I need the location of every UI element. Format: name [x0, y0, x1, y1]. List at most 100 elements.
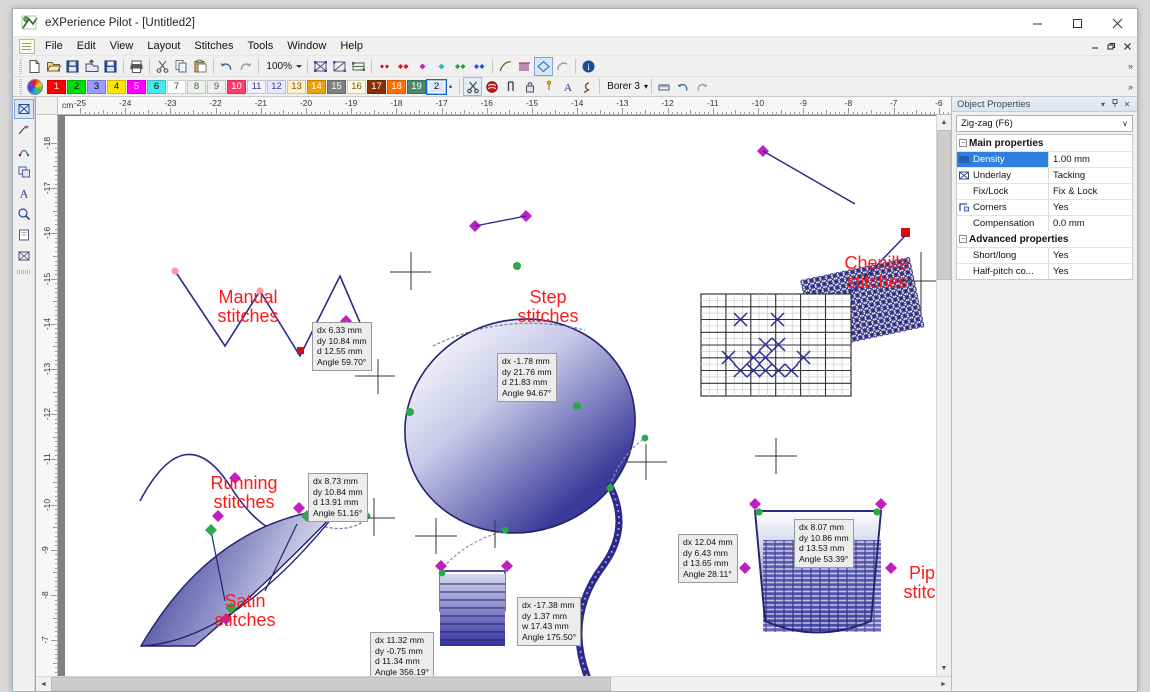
clone-icon[interactable]: [14, 162, 34, 182]
import-icon[interactable]: [82, 57, 101, 76]
scroll-right-button[interactable]: ►: [936, 677, 951, 691]
menu-edit[interactable]: Edit: [70, 38, 103, 54]
property-row[interactable]: Fix/Lock Fix & Lock: [957, 183, 1132, 199]
scroll-up-button[interactable]: ▲: [937, 115, 951, 130]
color-swatch-12[interactable]: 12: [267, 79, 286, 94]
property-value[interactable]: Yes: [1048, 264, 1132, 279]
palette-dropdown-button[interactable]: •: [449, 82, 452, 92]
canvas-horizontal-scrollbar[interactable]: ◄ ►: [36, 676, 951, 691]
menu-view[interactable]: View: [103, 38, 141, 54]
text-tool-icon[interactable]: A: [14, 183, 34, 203]
node-red-pair-icon[interactable]: [375, 57, 394, 76]
toolbar-overflow-button[interactable]: »: [1127, 61, 1134, 71]
mdi-restore-button[interactable]: [1105, 40, 1118, 53]
mdi-minimize-button[interactable]: [1089, 40, 1102, 53]
property-row[interactable]: Compensation 0.0 mm: [957, 215, 1132, 231]
frame-icon[interactable]: [14, 246, 34, 266]
chevron-down-icon[interactable]: ▾: [1097, 100, 1109, 109]
undo-icon[interactable]: [217, 57, 236, 76]
vertical-scroll-thumb[interactable]: [937, 130, 951, 280]
paste-icon[interactable]: [191, 57, 210, 76]
close-button[interactable]: [1097, 9, 1137, 37]
scissors-icon[interactable]: [463, 77, 483, 96]
new-icon[interactable]: [25, 57, 44, 76]
redo-small-icon[interactable]: [693, 77, 712, 96]
property-row[interactable]: Short/long Yes: [957, 247, 1132, 263]
horizontal-ruler[interactable]: cm -25 -24 -23 -22 -21 -20 -19 -18 -17 -16 -15 -14 -…: [58, 97, 951, 115]
palette-grip[interactable]: [18, 79, 22, 94]
property-row[interactable]: Corners Yes: [957, 199, 1132, 215]
color-swatch-14[interactable]: 14: [307, 79, 326, 94]
arc-icon[interactable]: [553, 57, 572, 76]
zoom-tool-icon[interactable]: [14, 204, 34, 224]
redo-icon[interactable]: [236, 57, 255, 76]
color-swatch-11[interactable]: 11: [247, 79, 266, 94]
node-blue-pair-icon[interactable]: [470, 57, 489, 76]
object-type-combo[interactable]: Zig-zag (F6) ∨: [956, 115, 1133, 132]
mdi-close-button[interactable]: [1121, 40, 1134, 53]
group-expander-icon[interactable]: −: [957, 231, 969, 247]
resize-icon[interactable]: [349, 57, 368, 76]
toolbar-grip[interactable]: [18, 58, 22, 74]
color-swatch-16[interactable]: 16: [347, 79, 366, 94]
node-magenta-icon[interactable]: [413, 57, 432, 76]
stitch-edit-icon[interactable]: [14, 141, 34, 161]
left-toolbar-grip[interactable]: [17, 270, 30, 274]
canvas-viewport[interactable]: Manual stitches Running stitches Satin sti…: [58, 115, 936, 676]
open-icon[interactable]: [44, 57, 63, 76]
canvas-vertical-scrollbar[interactable]: ▲ ▼: [936, 115, 951, 676]
property-group-header[interactable]: − Main properties: [957, 135, 1132, 151]
property-value[interactable]: Tacking: [1048, 168, 1132, 183]
pin-icon[interactable]: [1109, 99, 1121, 109]
property-value[interactable]: Fix & Lock: [1048, 184, 1132, 199]
lock-icon[interactable]: [520, 77, 539, 96]
fill-shape-icon[interactable]: [534, 56, 553, 76]
scroll-down-button[interactable]: ▼: [937, 661, 951, 676]
color-swatch-10[interactable]: 10: [227, 79, 246, 94]
menu-layout[interactable]: Layout: [140, 38, 187, 54]
group-expander-icon[interactable]: −: [957, 135, 969, 151]
node-red-double-icon[interactable]: [394, 57, 413, 76]
menu-help[interactable]: Help: [333, 38, 370, 54]
zoom-level-combo[interactable]: 100%: [262, 58, 304, 75]
property-value[interactable]: 1.00 mm: [1048, 152, 1132, 167]
menu-tools[interactable]: Tools: [241, 38, 281, 54]
pin-icon[interactable]: [539, 77, 558, 96]
measure-icon[interactable]: [14, 225, 34, 245]
color-swatch-3[interactable]: 3: [87, 79, 106, 94]
property-row[interactable]: Density 1.00 mm: [957, 151, 1132, 167]
node-cyan-icon[interactable]: [432, 57, 451, 76]
ruler-icon[interactable]: [655, 77, 674, 96]
save-as-icon[interactable]: [63, 57, 82, 76]
scroll-left-button[interactable]: ◄: [36, 677, 51, 691]
property-row[interactable]: Half-pitch co... Yes: [957, 263, 1132, 279]
needle-icon[interactable]: [501, 77, 520, 96]
undo-small-icon[interactable]: [674, 77, 693, 96]
property-group-header[interactable]: − Advanced properties: [957, 231, 1132, 247]
vertical-scroll-track[interactable]: [937, 280, 951, 661]
menu-stitches[interactable]: Stitches: [187, 38, 240, 54]
maximize-button[interactable]: [1057, 9, 1097, 37]
color-swatch-9[interactable]: 9: [207, 79, 226, 94]
color-swatch-13[interactable]: 13: [287, 79, 306, 94]
vertical-ruler[interactable]: -18-17-16-15-14-13-12-11-10-9-8-7-6: [36, 115, 58, 676]
borer-combo[interactable]: Borer 3 ▾: [603, 81, 648, 92]
color-swatch-17[interactable]: 17: [367, 79, 386, 94]
color-swatch-8[interactable]: 8: [187, 79, 206, 94]
thread-icon[interactable]: [577, 77, 596, 96]
transform-icon[interactable]: [330, 57, 349, 76]
color-swatch-4[interactable]: 4: [107, 79, 126, 94]
color-swatch-2[interactable]: 2: [67, 79, 86, 94]
menu-window[interactable]: Window: [280, 38, 333, 54]
design-page[interactable]: Manual stitches Running stitches Satin sti…: [64, 115, 936, 676]
select-object-icon[interactable]: [311, 57, 330, 76]
print-icon[interactable]: [127, 57, 146, 76]
color-swatch-6[interactable]: 6: [147, 79, 166, 94]
node-edit-icon[interactable]: [14, 120, 34, 140]
select-tool-icon[interactable]: [13, 99, 34, 119]
palette-overflow-button[interactable]: »: [1127, 82, 1134, 92]
spool-icon[interactable]: [482, 77, 501, 96]
color-swatch-7[interactable]: 7: [167, 79, 186, 94]
comb-icon[interactable]: [515, 57, 534, 76]
color-swatch-2[interactable]: 2: [426, 78, 447, 95]
